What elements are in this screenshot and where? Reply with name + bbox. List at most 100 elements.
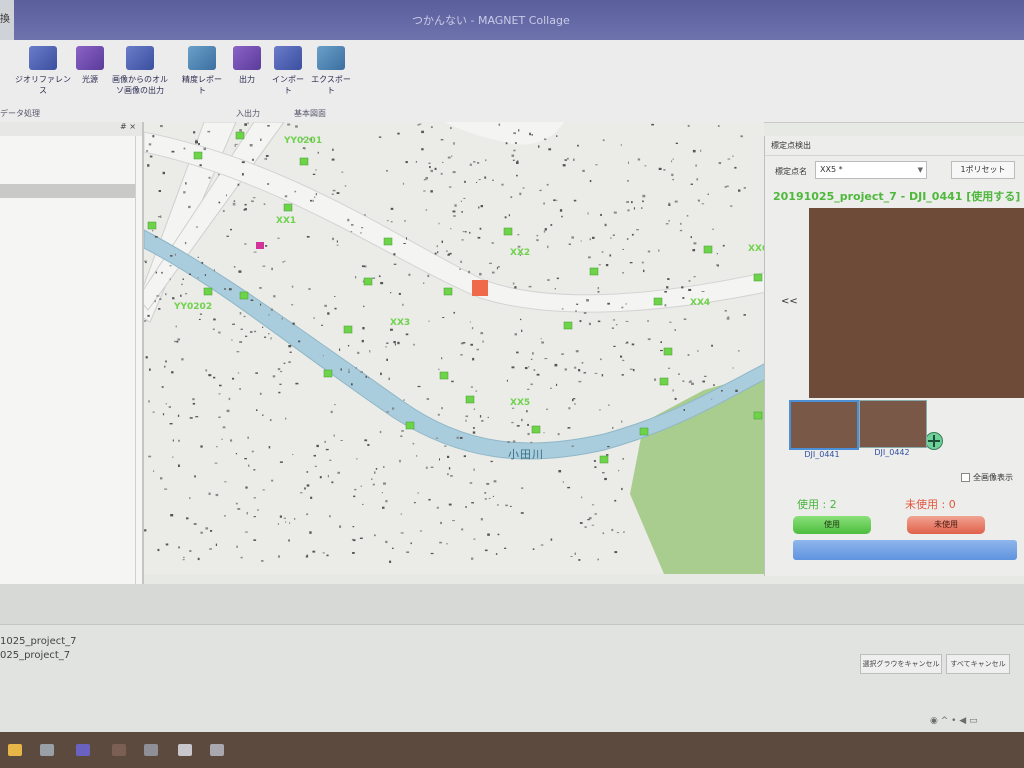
- light-button[interactable]: 光源: [72, 46, 108, 85]
- vegetation-dot: [437, 251, 439, 254]
- vegetation-dot: [351, 538, 354, 540]
- vegetation-dot: [185, 293, 188, 295]
- vegetation-dot: [605, 264, 609, 267]
- group-label-io: 入出力: [236, 109, 260, 118]
- river-label: 小田川: [508, 448, 544, 461]
- mail-icon[interactable]: [40, 744, 54, 756]
- app-icon[interactable]: [112, 744, 126, 756]
- vegetation-dot: [233, 266, 236, 268]
- vegetation-dot: [397, 132, 400, 135]
- use-button[interactable]: 使用: [793, 516, 871, 534]
- gcp-marker: [147, 221, 157, 230]
- vegetation-dot: [399, 459, 401, 463]
- app-icon[interactable]: [178, 744, 192, 756]
- vegetation-dot: [279, 383, 282, 385]
- app-icon[interactable]: [76, 744, 90, 756]
- vegetation-dot: [625, 342, 627, 344]
- vegetation-dot: [620, 144, 622, 146]
- vegetation-dot: [504, 216, 507, 219]
- reset-button[interactable]: 1ポリセット: [951, 161, 1015, 179]
- system-tray[interactable]: ◉ ^ • ◀ ▭: [930, 716, 978, 726]
- vegetation-dot: [456, 436, 459, 439]
- vegetation-dot: [329, 515, 331, 518]
- unused-count: 未使用 : 0: [905, 498, 956, 511]
- vegetation-dot: [674, 329, 676, 331]
- vegetation-dot: [480, 205, 483, 208]
- crosshair-icon[interactable]: [925, 432, 943, 450]
- vegetation-dot: [610, 237, 612, 239]
- image-title: 20191025_project_7 - DJI_0441 [使用する]: [773, 190, 1021, 203]
- vegetation-dot: [658, 249, 660, 252]
- ortho-export-button[interactable]: 画像からのオルソ画像の出力: [110, 46, 170, 96]
- map-canvas[interactable]: YY0201 XX1 XX2 YY0202 XX3 XX4 XX5 XX6 小田…: [144, 122, 764, 574]
- aerial-photo[interactable]: [809, 208, 1024, 450]
- vegetation-dot: [310, 199, 312, 202]
- vegetation-dot: [230, 439, 233, 442]
- vegetation-dot: [484, 176, 487, 179]
- thumbnail[interactable]: DJI_0441: [789, 400, 859, 459]
- vegetation-dot: [509, 505, 512, 507]
- vegetation-dot: [461, 239, 464, 241]
- vegetation-dot: [294, 190, 297, 193]
- vegetation-dot: [614, 551, 618, 554]
- vegetation-dot: [210, 530, 213, 532]
- vegetation-dot: [174, 340, 177, 343]
- vegetation-dot: [291, 304, 294, 306]
- output-button[interactable]: 出力: [232, 46, 262, 85]
- vegetation-dot: [398, 292, 401, 295]
- accuracy-report-button[interactable]: 精度レポート: [180, 46, 224, 96]
- left-panel-selected-row[interactable]: [0, 184, 136, 198]
- vegetation-dot: [544, 138, 547, 141]
- gcp-label: YY0201: [284, 136, 323, 146]
- vegetation-dot: [686, 215, 689, 217]
- vegetation-dot: [700, 149, 702, 152]
- vegetation-dot: [486, 483, 490, 485]
- gcp-name-select[interactable]: XX5 * ▼: [815, 161, 927, 179]
- vegetation-dot: [724, 186, 727, 188]
- vegetation-dot: [589, 180, 592, 183]
- vegetation-dot: [440, 139, 444, 141]
- vegetation-dot: [539, 189, 542, 192]
- vegetation-dot: [597, 558, 599, 561]
- vegetation-dot: [423, 190, 426, 192]
- gcp-marker: [531, 425, 541, 434]
- gcp-name-value: XX5 *: [820, 165, 843, 174]
- vegetation-dot: [544, 358, 548, 360]
- vegetation-dot: [594, 466, 597, 468]
- show-all-checkbox[interactable]: 全画像表示: [961, 472, 1013, 483]
- vegetation-dot: [313, 317, 315, 319]
- vegetation-dot: [472, 431, 476, 434]
- vegetation-dot: [711, 398, 713, 400]
- vegetation-dot: [607, 302, 610, 305]
- vegetation-dot: [622, 272, 624, 274]
- vegetation-dot: [265, 245, 268, 247]
- vegetation-dot: [207, 130, 211, 133]
- vegetation-dot: [538, 145, 540, 148]
- vegetation-dot: [453, 215, 456, 217]
- folder-icon[interactable]: [8, 744, 22, 756]
- vegetation-dot: [152, 229, 154, 232]
- export-button[interactable]: エクスポート: [310, 46, 352, 96]
- vegetation-dot: [153, 470, 155, 472]
- vegetation-dot: [559, 209, 563, 212]
- gcp-marker: [193, 151, 203, 160]
- georeference-button[interactable]: ジオリファレンス: [14, 46, 72, 96]
- import-button[interactable]: インポート: [270, 46, 306, 96]
- unuse-button[interactable]: 未使用: [907, 516, 985, 534]
- vegetation-dot: [647, 338, 651, 341]
- vegetation-dot: [579, 522, 583, 524]
- vegetation-dot: [738, 189, 741, 192]
- collapse-button[interactable]: <<: [781, 296, 798, 307]
- vegetation-dot: [400, 435, 403, 437]
- thumbnail[interactable]: DJI_0442: [859, 400, 927, 458]
- vegetation-dot: [288, 539, 290, 542]
- cancel-all-button[interactable]: すべてキャンセル: [946, 654, 1010, 674]
- vegetation-dot: [627, 209, 630, 212]
- vegetation-dot: [403, 399, 405, 401]
- vegetation-dot: [239, 341, 243, 343]
- left-panel-header[interactable]: # ×: [0, 122, 142, 136]
- vegetation-dot: [264, 158, 267, 160]
- cancel-selected-button[interactable]: 選択グラウをキャンセル: [860, 654, 942, 674]
- app-icon[interactable]: [144, 744, 158, 756]
- app-icon[interactable]: [210, 744, 224, 756]
